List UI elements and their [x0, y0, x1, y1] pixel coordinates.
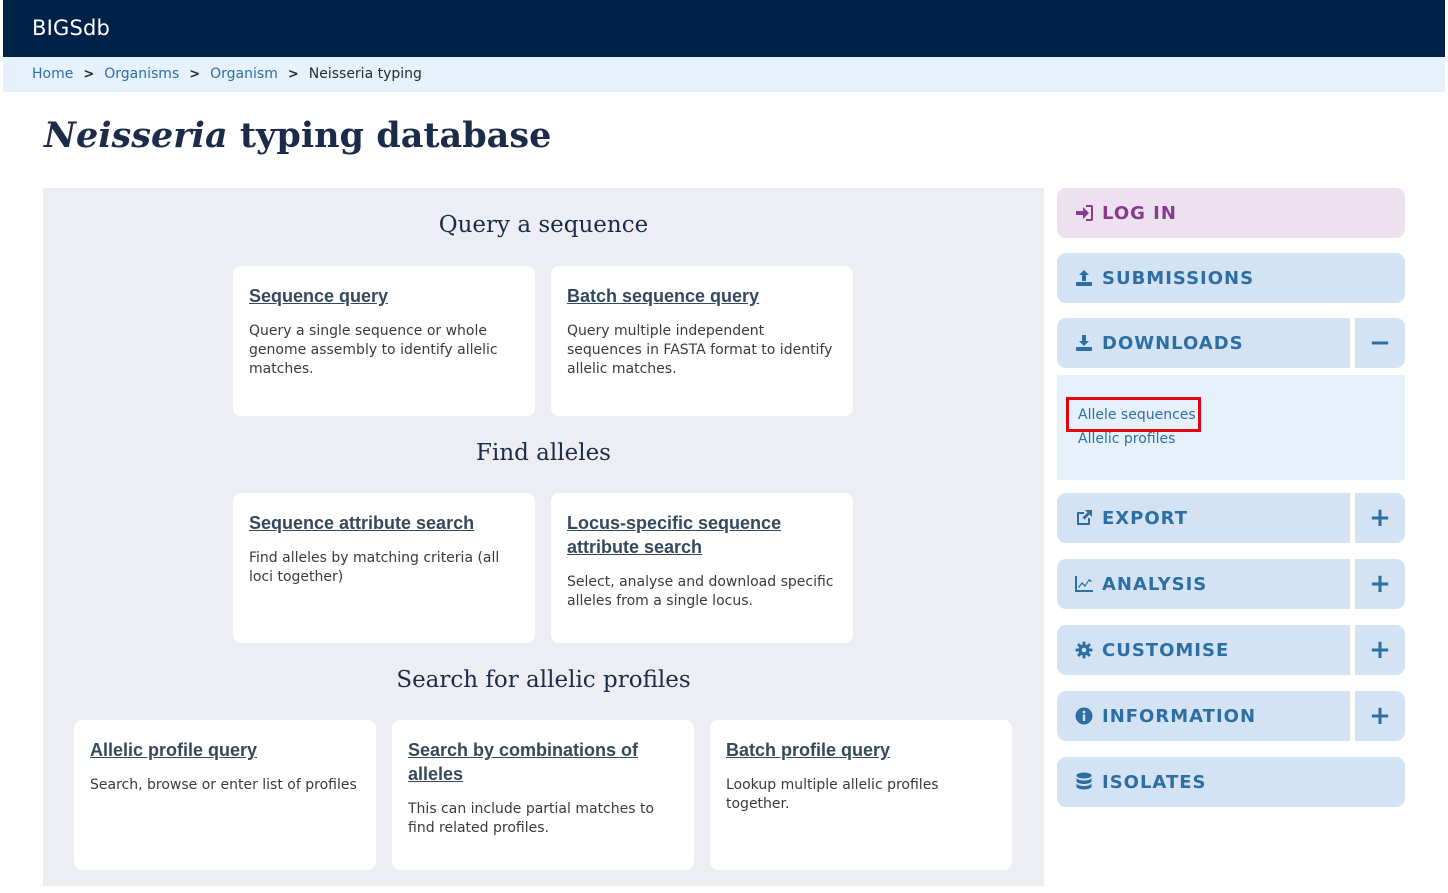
- card-search-combinations: Search by combinations of alleles This c…: [392, 720, 694, 870]
- section-heading-find-alleles: Find alleles: [476, 440, 611, 466]
- card-description: Query multiple independent sequences in …: [567, 323, 833, 377]
- info-circle-icon: [1074, 706, 1094, 726]
- page-title-rest: typing database: [227, 115, 552, 156]
- analysis-button[interactable]: ANALYSIS: [1057, 559, 1350, 609]
- batch-sequence-query-link[interactable]: Batch sequence query: [567, 284, 837, 308]
- breadcrumb-separator: >: [189, 66, 201, 82]
- card-description: Lookup multiple allelic profiles togethe…: [726, 777, 939, 812]
- downloads-button[interactable]: DOWNLOADS: [1057, 318, 1350, 368]
- breadcrumb-separator: >: [287, 66, 299, 82]
- breadcrumb: Home > Organisms > Organism > Neisseria …: [3, 57, 1445, 92]
- card-sequence-attribute-search: Sequence attribute search Find alleles b…: [233, 493, 535, 643]
- card-batch-profile-query: Batch profile query Lookup multiple alle…: [710, 720, 1012, 870]
- export-expand-toggle[interactable]: +: [1355, 493, 1405, 543]
- export-button[interactable]: EXPORT: [1057, 493, 1350, 543]
- breadcrumb-organism[interactable]: Organism: [210, 66, 278, 82]
- card-description: Search, browse or enter list of profiles: [90, 777, 357, 793]
- external-link-icon: [1074, 508, 1094, 528]
- breadcrumb-home[interactable]: Home: [32, 66, 73, 82]
- upload-icon: [1074, 268, 1094, 288]
- isolates-button[interactable]: ISOLATES: [1057, 757, 1405, 807]
- card-description: Query a single sequence or whole genome …: [249, 323, 498, 377]
- export-label: EXPORT: [1102, 507, 1188, 529]
- sign-in-icon: [1074, 203, 1094, 223]
- allelic-profile-query-link[interactable]: Allelic profile query: [90, 738, 360, 762]
- allele-sequences-link[interactable]: Allele sequences: [1078, 407, 1196, 423]
- login-label: LOG IN: [1102, 202, 1177, 224]
- information-button[interactable]: INFORMATION: [1057, 691, 1350, 741]
- breadcrumb-current: Neisseria typing: [308, 66, 422, 82]
- downloads-label: DOWNLOADS: [1102, 332, 1244, 354]
- locus-specific-search-link[interactable]: Locus-specific sequence attribute search: [567, 511, 837, 559]
- card-allelic-profile-query: Allelic profile query Search, browse or …: [74, 720, 376, 870]
- card-locus-specific-search: Locus-specific sequence attribute search…: [551, 493, 853, 643]
- breadcrumb-organisms[interactable]: Organisms: [104, 66, 179, 82]
- breadcrumb-separator: >: [83, 66, 95, 82]
- card-description: Select, analyse and download specific al…: [567, 574, 834, 609]
- sequence-query-link[interactable]: Sequence query: [249, 284, 519, 308]
- download-icon: [1074, 333, 1094, 353]
- page-title-organism: Neisseria: [44, 115, 228, 156]
- submissions-label: SUBMISSIONS: [1102, 267, 1255, 289]
- database-icon: [1074, 772, 1094, 792]
- section-heading-query-sequence: Query a sequence: [438, 212, 649, 238]
- information-expand-toggle[interactable]: +: [1355, 691, 1405, 741]
- analysis-label: ANALYSIS: [1102, 573, 1208, 595]
- card-sequence-query: Sequence query Query a single sequence o…: [233, 266, 535, 416]
- downloads-collapse-toggle[interactable]: −: [1355, 318, 1405, 368]
- card-description: This can include partial matches to find…: [408, 801, 655, 836]
- card-description: Find alleles by matching criteria (all l…: [249, 550, 500, 585]
- customise-label: CUSTOMISE: [1102, 639, 1230, 661]
- allelic-profiles-link[interactable]: Allelic profiles: [1078, 431, 1175, 447]
- analysis-expand-toggle[interactable]: +: [1355, 559, 1405, 609]
- main-panel: Query a sequence Sequence query Query a …: [43, 188, 1044, 886]
- customise-expand-toggle[interactable]: +: [1355, 625, 1405, 675]
- submissions-button[interactable]: SUBMISSIONS: [1057, 253, 1405, 303]
- downloads-panel: Allele sequences Allelic profiles: [1057, 375, 1405, 480]
- chart-line-icon: [1074, 574, 1094, 594]
- card-batch-sequence-query: Batch sequence query Query multiple inde…: [551, 266, 853, 416]
- information-label: INFORMATION: [1102, 705, 1257, 727]
- page-title: Neisseria typing database: [44, 115, 551, 156]
- brand-logo-text[interactable]: BIGSdb: [32, 16, 110, 40]
- customise-button[interactable]: CUSTOMISE: [1057, 625, 1350, 675]
- login-button[interactable]: LOG IN: [1057, 188, 1405, 238]
- gear-icon: [1074, 640, 1094, 660]
- batch-profile-query-link[interactable]: Batch profile query: [726, 738, 996, 762]
- search-combinations-link[interactable]: Search by combinations of alleles: [408, 738, 678, 786]
- top-navbar: BIGSdb: [3, 0, 1445, 57]
- section-heading-allelic-profiles: Search for allelic profiles: [396, 667, 691, 693]
- isolates-label: ISOLATES: [1102, 771, 1207, 793]
- sequence-attribute-search-link[interactable]: Sequence attribute search: [249, 511, 519, 535]
